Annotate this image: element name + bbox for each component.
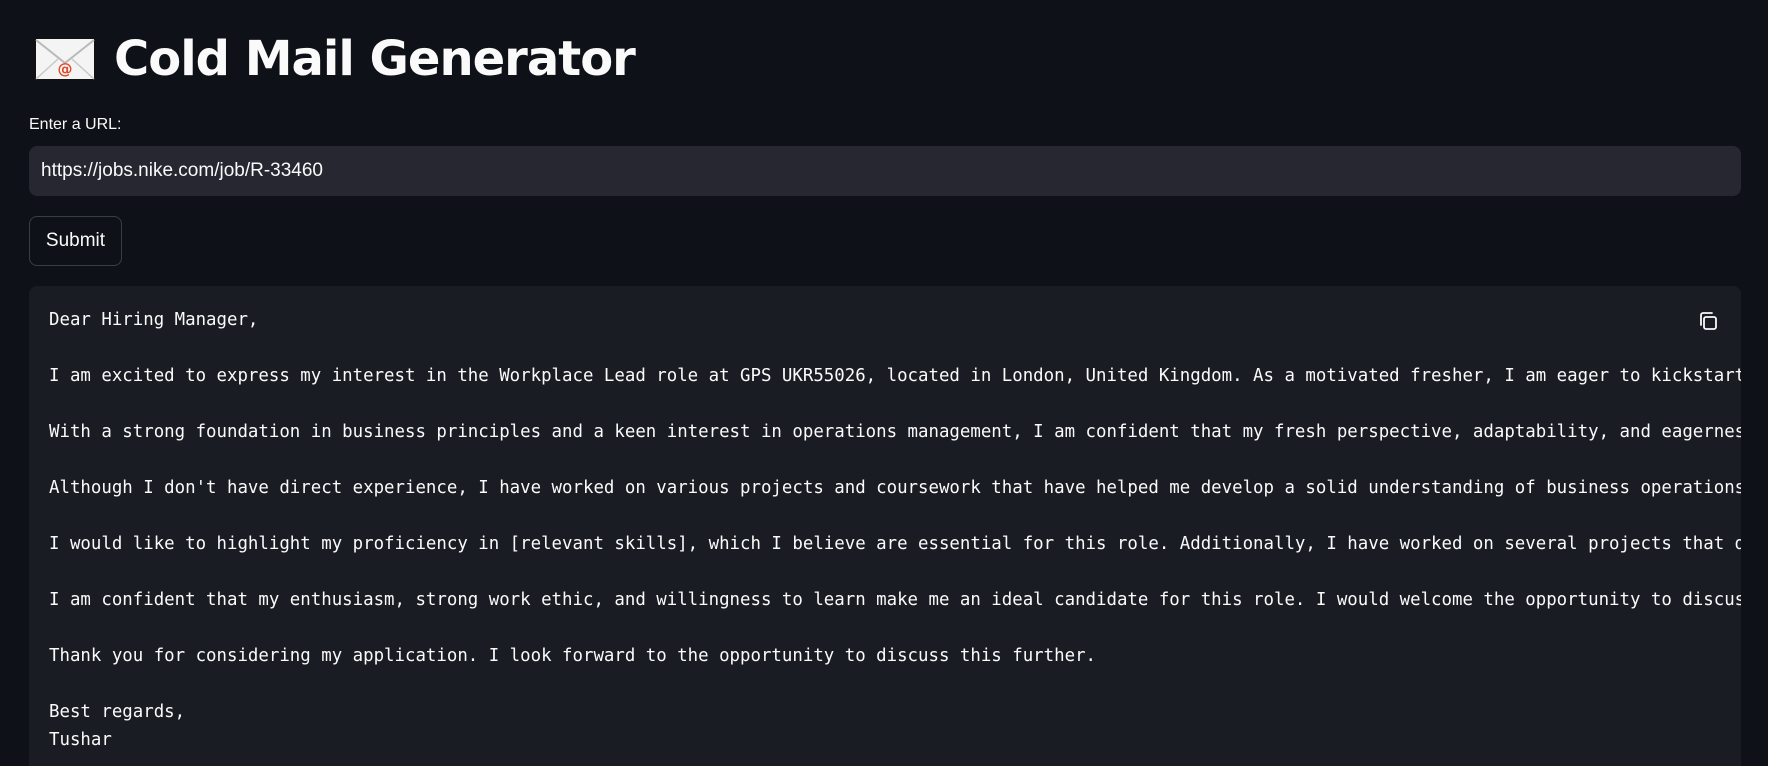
email-line <box>49 614 1741 642</box>
svg-text:@: @ <box>58 60 73 78</box>
submit-button[interactable]: Submit <box>29 216 122 266</box>
email-line <box>49 670 1741 698</box>
generated-email-block: Dear Hiring Manager, I am excited to expr… <box>29 286 1741 766</box>
email-line: With a strong foundation in business pri… <box>49 422 1741 442</box>
email-line: Tushar <box>49 730 112 750</box>
email-line: Best regards, <box>49 702 186 722</box>
title-row: @ Cold Mail Generator <box>34 28 636 90</box>
email-line: Although I don't have direct experience,… <box>49 478 1741 498</box>
email-line: Dear Hiring Manager, <box>49 310 259 330</box>
copy-icon[interactable] <box>1697 310 1719 332</box>
generated-email-text: Dear Hiring Manager, I am excited to expr… <box>49 306 1741 754</box>
email-line <box>49 446 1741 474</box>
url-input[interactable] <box>29 146 1741 196</box>
email-line: I would like to highlight my proficiency… <box>49 534 1741 554</box>
url-field-label: Enter a URL: <box>29 116 122 133</box>
email-line: I am confident that my enthusiasm, stron… <box>49 590 1741 610</box>
email-line <box>49 502 1741 530</box>
email-line: Thank you for considering my application… <box>49 646 1097 666</box>
email-line <box>49 390 1741 418</box>
email-line <box>49 558 1741 586</box>
page-title: Cold Mail Generator <box>114 31 636 87</box>
email-line: I am excited to express my interest in t… <box>49 366 1741 386</box>
envelope-icon: @ <box>34 37 96 81</box>
app-root: @ Cold Mail Generator Enter a URL: Submi… <box>0 0 1768 766</box>
email-line <box>49 334 1741 362</box>
